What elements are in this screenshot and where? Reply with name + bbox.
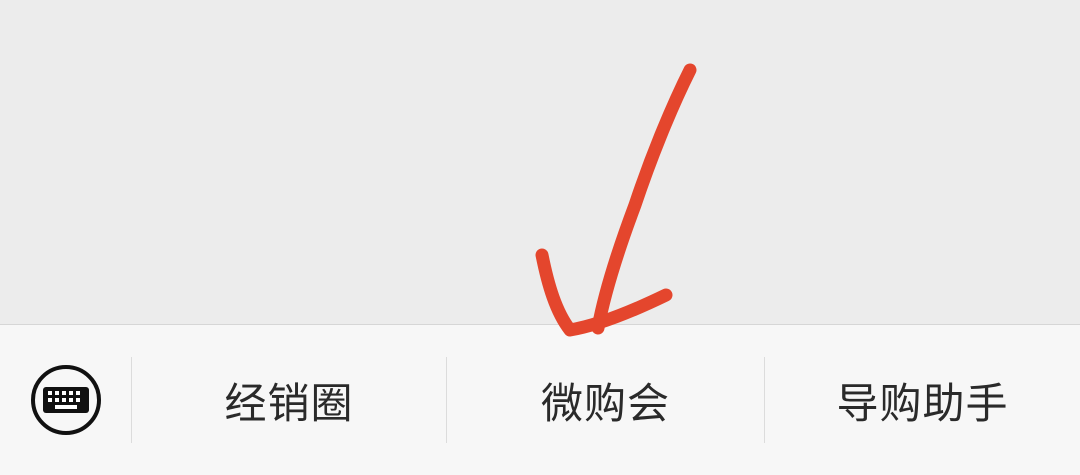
keyboard-icon bbox=[30, 365, 101, 435]
menu-item-daogou-zhushou[interactable]: 导购助手 bbox=[765, 325, 1080, 475]
menu-item-label: 导购助手 bbox=[836, 378, 1009, 428]
menu-item-jingxiaoquan[interactable]: 经销圈 bbox=[132, 325, 446, 475]
chat-content-area bbox=[0, 0, 1080, 324]
menu-item-label: 微购会 bbox=[540, 378, 670, 428]
bottom-menu-bar: 经销圈 微购会 导购助手 bbox=[0, 324, 1080, 475]
menu-item-label: 经销圈 bbox=[224, 378, 354, 428]
menu-item-weigouhui[interactable]: 微购会 bbox=[447, 325, 764, 475]
keyboard-toggle-button[interactable] bbox=[0, 325, 131, 475]
